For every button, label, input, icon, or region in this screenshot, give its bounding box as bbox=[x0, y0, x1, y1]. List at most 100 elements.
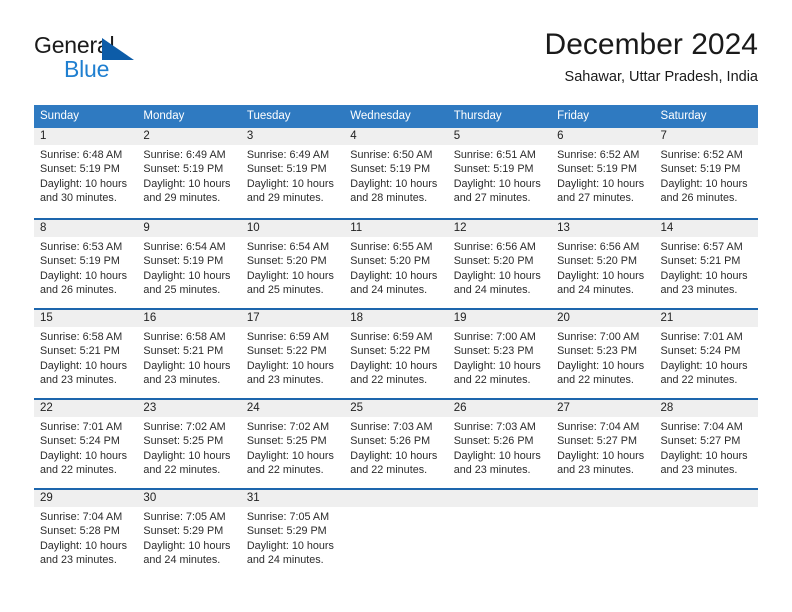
day-cell[interactable]: 5 Sunrise: 6:51 AM Sunset: 5:19 PM Daylight… bbox=[447, 128, 552, 218]
sunrise-text: Sunrise: 7:00 AM bbox=[453, 331, 536, 343]
sunrise-text: Sunrise: 6:49 AM bbox=[246, 149, 330, 161]
day-number: 31 bbox=[240, 490, 345, 507]
sunrise-text: Sunrise: 7:05 AM bbox=[143, 511, 226, 523]
day-details: Sunrise: 7:03 AM Sunset: 5:26 PM Daylight:… bbox=[344, 417, 447, 477]
day-cell[interactable]: 1 Sunrise: 6:48 AM Sunset: 5:19 PM Daylight… bbox=[34, 128, 138, 218]
day-cell[interactable]: 18 Sunrise: 6:59 AM Sunset: 5:22 PM Dayligh… bbox=[344, 310, 448, 398]
daylight-text-line1: Daylight: 10 hours bbox=[350, 359, 438, 372]
daylight-text-line2: and 22 minutes. bbox=[350, 373, 428, 386]
day-cell[interactable]: 29 Sunrise: 7:04 AM Sunset: 5:28 PM Dayligh… bbox=[34, 490, 138, 578]
day-number: 2 bbox=[137, 128, 241, 145]
day-cell[interactable]: 21 Sunrise: 7:01 AM Sunset: 5:24 PM Dayligh… bbox=[654, 310, 758, 398]
day-cell[interactable]: 4 Sunrise: 6:50 AM Sunset: 5:19 PM Daylight… bbox=[344, 128, 448, 218]
sunrise-text: Sunrise: 7:00 AM bbox=[557, 331, 640, 343]
daylight-text-line1: Daylight: 10 hours bbox=[143, 539, 231, 552]
sunrise-text: Sunrise: 6:54 AM bbox=[246, 241, 330, 253]
sunset-text: Sunset: 5:26 PM bbox=[350, 435, 431, 448]
day-cell[interactable]: 14 Sunrise: 6:57 AM Sunset: 5:21 PM Dayligh… bbox=[654, 220, 758, 308]
title-block: December 2024 Sahawar, Uttar Pradesh, In… bbox=[545, 26, 758, 88]
daylight-text-line1: Daylight: 10 hours bbox=[143, 449, 231, 462]
day-cell[interactable]: 2 Sunrise: 6:49 AM Sunset: 5:19 PM Daylight… bbox=[137, 128, 241, 218]
day-number: 3 bbox=[240, 128, 345, 145]
day-number: 26 bbox=[447, 400, 552, 417]
day-number: 11 bbox=[344, 220, 448, 237]
day-cell[interactable]: 17 Sunrise: 6:59 AM Sunset: 5:22 PM Dayligh… bbox=[240, 310, 345, 398]
day-cell[interactable]: 15 Sunrise: 6:58 AM Sunset: 5:21 PM Dayligh… bbox=[34, 310, 138, 398]
day-cell[interactable]: 25 Sunrise: 7:03 AM Sunset: 5:26 PM Dayligh… bbox=[344, 400, 448, 488]
sunset-text: Sunset: 5:29 PM bbox=[246, 525, 327, 538]
day-cell[interactable]: 11 Sunrise: 6:55 AM Sunset: 5:20 PM Dayligh… bbox=[344, 220, 448, 308]
daylight-text-line2: and 27 minutes. bbox=[557, 191, 634, 204]
day-number: 15 bbox=[34, 310, 138, 327]
day-number bbox=[654, 490, 758, 507]
day-details: Sunrise: 6:54 AM Sunset: 5:20 PM Daylight:… bbox=[241, 237, 344, 297]
day-details: Sunrise: 7:04 AM Sunset: 5:28 PM Daylight:… bbox=[34, 507, 137, 567]
sunset-text: Sunset: 5:19 PM bbox=[557, 163, 637, 176]
day-cell[interactable]: 26 Sunrise: 7:03 AM Sunset: 5:26 PM Dayligh… bbox=[447, 400, 552, 488]
daylight-text-line1: Daylight: 10 hours bbox=[660, 449, 748, 462]
sunrise-text: Sunrise: 6:50 AM bbox=[350, 149, 433, 161]
day-cell[interactable]: 31 Sunrise: 7:05 AM Sunset: 5:29 PM Dayligh… bbox=[240, 490, 345, 578]
logo-text-blue: Blue bbox=[64, 56, 110, 82]
day-number: 30 bbox=[137, 490, 241, 507]
day-cell[interactable]: 22 Sunrise: 7:01 AM Sunset: 5:24 PM Dayligh… bbox=[34, 400, 138, 488]
day-cell[interactable]: 23 Sunrise: 7:02 AM Sunset: 5:25 PM Dayligh… bbox=[137, 400, 241, 488]
sunrise-text: Sunrise: 7:02 AM bbox=[143, 421, 226, 433]
day-cell[interactable]: 12 Sunrise: 6:56 AM Sunset: 5:20 PM Dayligh… bbox=[447, 220, 552, 308]
day-cell[interactable]: 30 Sunrise: 7:05 AM Sunset: 5:29 PM Dayligh… bbox=[137, 490, 241, 578]
sunrise-text: Sunrise: 6:48 AM bbox=[40, 149, 123, 161]
day-cell[interactable]: 7 Sunrise: 6:52 AM Sunset: 5:19 PM Daylight… bbox=[654, 128, 758, 218]
sunset-text: Sunset: 5:19 PM bbox=[453, 163, 534, 176]
location-subtitle: Sahawar, Uttar Pradesh, India bbox=[564, 69, 758, 85]
sunset-text: Sunset: 5:20 PM bbox=[350, 255, 431, 268]
sunset-text: Sunset: 5:24 PM bbox=[40, 435, 120, 448]
day-cell[interactable]: 3 Sunrise: 6:49 AM Sunset: 5:19 PM Daylight… bbox=[240, 128, 345, 218]
day-details: Sunrise: 7:04 AM Sunset: 5:27 PM Daylight:… bbox=[655, 417, 758, 477]
calendar-week-row: 15 Sunrise: 6:58 AM Sunset: 5:21 PM Dayligh… bbox=[34, 308, 758, 398]
day-number bbox=[344, 490, 448, 507]
day-number: 6 bbox=[551, 128, 655, 145]
day-cell[interactable]: 8 Sunrise: 6:53 AM Sunset: 5:19 PM Daylight… bbox=[34, 220, 138, 308]
daylight-text-line2: and 23 minutes. bbox=[557, 463, 634, 476]
day-number: 7 bbox=[654, 128, 758, 145]
sunrise-text: Sunrise: 6:56 AM bbox=[557, 241, 640, 253]
day-number: 20 bbox=[551, 310, 655, 327]
daylight-text-line1: Daylight: 10 hours bbox=[557, 269, 645, 282]
day-cell[interactable]: 28 Sunrise: 7:04 AM Sunset: 5:27 PM Dayligh… bbox=[654, 400, 758, 488]
daylight-text-line1: Daylight: 10 hours bbox=[453, 177, 541, 190]
sunrise-text: Sunrise: 6:59 AM bbox=[350, 331, 433, 343]
day-number: 14 bbox=[654, 220, 758, 237]
weekday-header-sunday: Sunday bbox=[40, 110, 80, 122]
day-number bbox=[447, 490, 552, 507]
day-cell[interactable]: 24 Sunrise: 7:02 AM Sunset: 5:25 PM Dayligh… bbox=[240, 400, 345, 488]
day-cell[interactable]: 9 Sunrise: 6:54 AM Sunset: 5:19 PM Daylight… bbox=[137, 220, 241, 308]
day-details: Sunrise: 6:48 AM Sunset: 5:19 PM Daylight:… bbox=[34, 145, 137, 205]
page-title: December 2024 bbox=[544, 28, 758, 61]
day-details: Sunrise: 6:56 AM Sunset: 5:20 PM Daylight:… bbox=[448, 237, 551, 297]
day-number: 4 bbox=[344, 128, 448, 145]
daylight-text-line1: Daylight: 10 hours bbox=[246, 359, 334, 372]
day-cell[interactable]: 19 Sunrise: 7:00 AM Sunset: 5:23 PM Dayligh… bbox=[447, 310, 552, 398]
day-cell[interactable]: 16 Sunrise: 6:58 AM Sunset: 5:21 PM Dayligh… bbox=[137, 310, 241, 398]
page-header: General Blue December 2024 Sahawar, Utta… bbox=[34, 28, 758, 92]
general-blue-logo[interactable]: General Blue bbox=[34, 30, 234, 88]
sunset-text: Sunset: 5:24 PM bbox=[660, 345, 741, 358]
daylight-text-line1: Daylight: 10 hours bbox=[143, 269, 231, 282]
sunrise-text: Sunrise: 7:03 AM bbox=[350, 421, 433, 433]
daylight-text-line1: Daylight: 10 hours bbox=[246, 269, 334, 282]
sunset-text: Sunset: 5:19 PM bbox=[350, 163, 431, 176]
day-number: 28 bbox=[654, 400, 758, 417]
daylight-text-line2: and 22 minutes. bbox=[350, 463, 428, 476]
day-details: Sunrise: 6:49 AM Sunset: 5:19 PM Daylight:… bbox=[137, 145, 240, 205]
day-number: 27 bbox=[551, 400, 655, 417]
day-cell[interactable]: 10 Sunrise: 6:54 AM Sunset: 5:20 PM Dayligh… bbox=[240, 220, 345, 308]
day-cell[interactable]: 13 Sunrise: 6:56 AM Sunset: 5:20 PM Dayligh… bbox=[551, 220, 655, 308]
day-cell[interactable]: 6 Sunrise: 6:52 AM Sunset: 5:19 PM Daylight… bbox=[551, 128, 655, 218]
daylight-text-line2: and 24 minutes. bbox=[453, 283, 531, 296]
day-cell[interactable]: 27 Sunrise: 7:04 AM Sunset: 5:27 PM Dayligh… bbox=[551, 400, 655, 488]
daylight-text-line2: and 26 minutes. bbox=[660, 191, 738, 204]
weekday-header-saturday: Saturday bbox=[660, 110, 707, 122]
day-details: Sunrise: 7:03 AM Sunset: 5:26 PM Daylight:… bbox=[448, 417, 551, 477]
day-cell[interactable]: 20 Sunrise: 7:00 AM Sunset: 5:23 PM Dayligh… bbox=[551, 310, 655, 398]
sunset-text: Sunset: 5:21 PM bbox=[143, 345, 224, 358]
